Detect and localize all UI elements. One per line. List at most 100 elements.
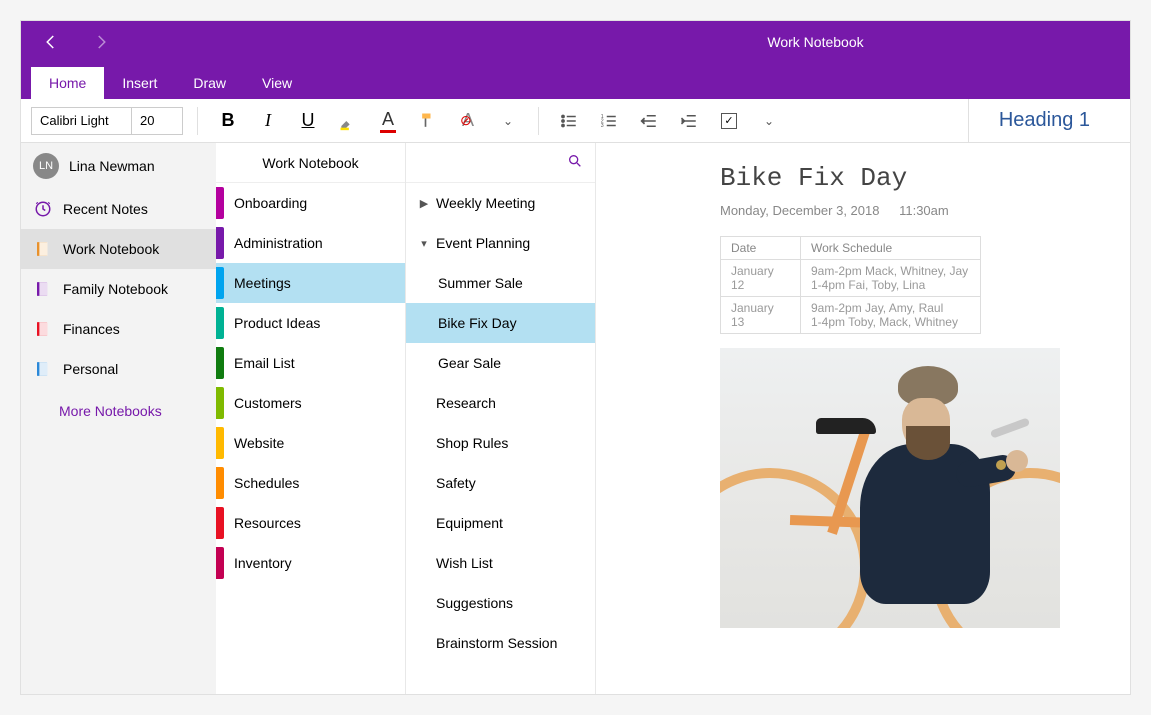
window-title: Work Notebook <box>767 34 863 50</box>
page-item[interactable]: Summer Sale <box>406 263 595 303</box>
notebook-icon <box>33 359 53 379</box>
notebook-icon <box>33 279 53 299</box>
page-content[interactable]: Bike Fix Day Monday, December 3, 2018 11… <box>696 143 1130 694</box>
highlight-button[interactable] <box>332 105 364 137</box>
section-item[interactable]: Inventory <box>216 543 405 583</box>
page-title[interactable]: Bike Fix Day <box>720 163 1106 193</box>
back-arrow-icon[interactable] <box>41 32 61 52</box>
section-color-tab <box>216 267 224 299</box>
avatar: LN <box>33 153 59 179</box>
separator <box>538 107 539 135</box>
page-item[interactable]: Gear Sale <box>406 343 595 383</box>
section-label: Schedules <box>234 475 299 491</box>
bullet-list-button[interactable] <box>553 105 585 137</box>
sidebar-notebook-item[interactable]: Work Notebook <box>21 229 216 269</box>
more-notebooks-link[interactable]: More Notebooks <box>21 389 216 419</box>
clear-formatting-button[interactable]: A⊘ <box>452 105 484 137</box>
section-color-tab <box>216 547 224 579</box>
cell-date: January 13 <box>721 297 801 334</box>
section-item[interactable]: Customers <box>216 383 405 423</box>
section-color-tab <box>216 387 224 419</box>
tab-insert[interactable]: Insert <box>104 67 175 99</box>
format-painter-button[interactable] <box>412 105 444 137</box>
numbered-list-button[interactable]: 123 <box>593 105 625 137</box>
table-header-schedule: Work Schedule <box>801 237 981 260</box>
page-item[interactable]: Bike Fix Day <box>406 303 595 343</box>
pages-header <box>406 143 595 183</box>
page-item[interactable]: ▶Weekly Meeting <box>406 183 595 223</box>
notebook-label: Work Notebook <box>63 241 159 257</box>
page-label: Weekly Meeting <box>436 195 535 211</box>
section-item[interactable]: Website <box>216 423 405 463</box>
page-item[interactable]: Equipment <box>406 503 595 543</box>
page-item[interactable]: Research <box>406 383 595 423</box>
page-date: Monday, December 3, 2018 11:30am <box>720 203 1106 218</box>
section-item[interactable]: Meetings <box>216 263 405 303</box>
table-header-date: Date <box>721 237 801 260</box>
page-label: Event Planning <box>436 235 530 251</box>
section-item[interactable]: Administration <box>216 223 405 263</box>
table-row[interactable]: January 129am-2pm Mack, Whitney, Jay1-4p… <box>721 260 981 297</box>
forward-arrow-icon[interactable] <box>91 32 111 52</box>
indent-button[interactable] <box>673 105 705 137</box>
toolbar: B I U A A⊘ ⌄ 123 ✓ ⌄ Headi <box>21 99 1130 143</box>
underline-button[interactable]: U <box>292 105 324 137</box>
title-bar: Work Notebook <box>21 21 1130 63</box>
notebook-sidebar: LN Lina Newman Recent Notes Work Notebook… <box>21 143 216 694</box>
page-label: Brainstorm Session <box>436 635 557 651</box>
notebook-label: Finances <box>63 321 120 337</box>
middle-columns: Work Notebook OnboardingAdministrationMe… <box>216 143 696 694</box>
page-label: Gear Sale <box>438 355 501 371</box>
section-label: Product Ideas <box>234 315 320 331</box>
tab-view[interactable]: View <box>244 67 310 99</box>
cell-schedule: 9am-2pm Mack, Whitney, Jay1-4pm Fai, Tob… <box>801 260 981 297</box>
todo-tag-button[interactable]: ✓ <box>713 105 745 137</box>
page-item[interactable]: Brainstorm Session <box>406 623 595 663</box>
chevron-down-icon: ▾ <box>418 237 430 250</box>
font-size-input[interactable] <box>132 108 182 134</box>
cell-date: January 12 <box>721 260 801 297</box>
sections-column: Work Notebook OnboardingAdministrationMe… <box>216 143 406 694</box>
table-row[interactable]: January 139am-2pm Jay, Amy, Raul1-4pm To… <box>721 297 981 334</box>
page-label: Research <box>436 395 496 411</box>
style-heading[interactable]: Heading 1 <box>968 99 1120 142</box>
pages-column: ▶Weekly Meeting ▾ Event Planning Summer Sal… <box>406 143 596 694</box>
section-item[interactable]: Resources <box>216 503 405 543</box>
separator <box>197 107 198 135</box>
section-item[interactable]: Schedules <box>216 463 405 503</box>
italic-button[interactable]: I <box>252 105 284 137</box>
sidebar-notebook-item[interactable]: Family Notebook <box>21 269 216 309</box>
section-label: Email List <box>234 355 295 371</box>
section-item[interactable]: Email List <box>216 343 405 383</box>
font-color-button[interactable]: A <box>372 105 404 137</box>
schedule-table[interactable]: Date Work Schedule January 129am-2pm Mac… <box>720 236 981 334</box>
more-paragraph-dropdown-icon[interactable]: ⌄ <box>753 105 785 137</box>
notebook-icon <box>33 319 53 339</box>
sidebar-notebook-item[interactable]: Personal <box>21 349 216 389</box>
sections-header-label: Work Notebook <box>262 155 358 171</box>
page-item[interactable]: Safety <box>406 463 595 503</box>
page-date-value: Monday, December 3, 2018 <box>720 203 879 218</box>
section-item[interactable]: Product Ideas <box>216 303 405 343</box>
cell-schedule: 9am-2pm Jay, Amy, Raul1-4pm Toby, Mack, … <box>801 297 981 334</box>
font-name-input[interactable] <box>32 108 132 134</box>
search-icon[interactable] <box>567 153 583 172</box>
more-font-dropdown-icon[interactable]: ⌄ <box>492 105 524 137</box>
sidebar-notebook-item[interactable]: Finances <box>21 309 216 349</box>
svg-text:3: 3 <box>601 123 604 129</box>
section-color-tab <box>216 187 224 219</box>
outdent-button[interactable] <box>633 105 665 137</box>
sidebar-notebook-item[interactable]: Recent Notes <box>21 189 216 229</box>
page-label: Bike Fix Day <box>438 315 517 331</box>
user-row[interactable]: LN Lina Newman <box>21 143 216 189</box>
embedded-image[interactable] <box>720 348 1060 628</box>
page-item[interactable]: ▾ Event Planning <box>406 223 595 263</box>
tab-draw[interactable]: Draw <box>175 67 244 99</box>
section-item[interactable]: Onboarding <box>216 183 405 223</box>
page-label: Summer Sale <box>438 275 523 291</box>
tab-home[interactable]: Home <box>31 67 104 99</box>
page-item[interactable]: Suggestions <box>406 583 595 623</box>
page-item[interactable]: Wish List <box>406 543 595 583</box>
page-item[interactable]: Shop Rules <box>406 423 595 463</box>
bold-button[interactable]: B <box>212 105 244 137</box>
